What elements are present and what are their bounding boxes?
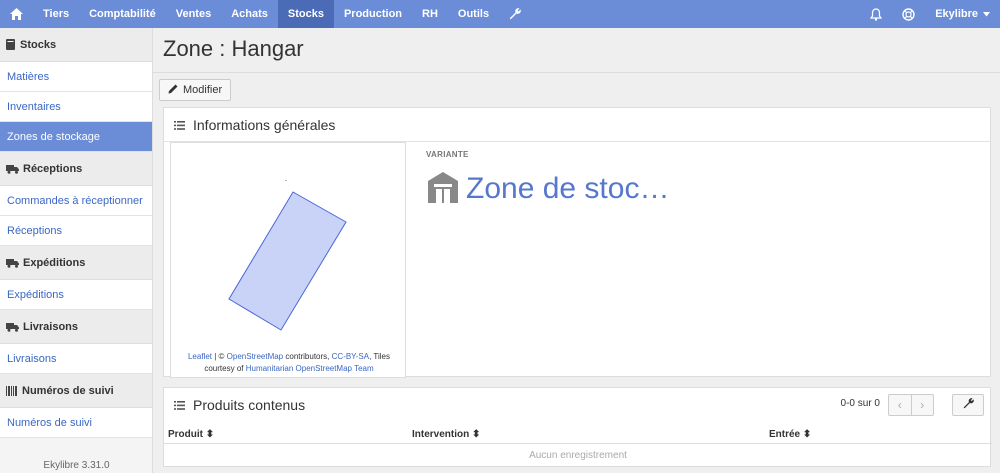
info-panel-title: Informations générales — [193, 116, 336, 133]
nav-production[interactable]: Production — [334, 0, 412, 28]
lifebuoy-icon — [902, 7, 915, 21]
license-link[interactable]: CC-BY-SA — [332, 352, 370, 361]
user-menu[interactable]: Ekylibre — [925, 0, 1000, 28]
caret-down-icon — [983, 11, 990, 17]
sidebar-item-matieres[interactable]: Matières — [0, 62, 152, 92]
truck-icon — [6, 164, 19, 174]
nav-stocks[interactable]: Stocks — [277, 0, 334, 28]
nav-outils[interactable]: Outils — [448, 0, 499, 28]
app-version: Ekylibre 3.31.0 — [43, 460, 110, 471]
variant-value[interactable]: Zone de stoc… — [426, 170, 669, 207]
empty-table-message: Aucun enregistrement — [529, 450, 627, 461]
nav-rh[interactable]: RH — [412, 0, 448, 28]
table-header: Produit ⬍ Intervention ⬍ Entrée ⬍ — [164, 426, 992, 444]
bell-icon — [870, 7, 883, 21]
truck-icon — [6, 322, 19, 332]
home-button[interactable] — [0, 0, 33, 28]
divider — [153, 72, 1000, 73]
nav-comptabilite[interactable]: Comptabilité — [79, 0, 166, 28]
sidebar-section-numeros-de-suivi: Numéros de suivi — [0, 374, 152, 408]
leaflet-link[interactable]: Leaflet — [188, 352, 212, 361]
barcode-icon — [6, 385, 18, 396]
book-icon — [6, 39, 16, 50]
sidebar-section-expeditions: Expéditions — [0, 246, 152, 280]
map[interactable]: Leaflet | © OpenStreetMap contributors, … — [170, 142, 406, 378]
pagination: ‹ › — [888, 394, 934, 416]
variant-name: Zone de stoc… — [466, 171, 670, 205]
sidebar-item-expeditions[interactable]: Expéditions — [0, 280, 152, 310]
sidebar-item-commandes-a-receptionner[interactable]: Commandes à réceptionner — [0, 186, 152, 216]
barn-icon — [426, 170, 460, 207]
sidebar-item-livraisons[interactable]: Livraisons — [0, 344, 152, 374]
hot-link[interactable]: Humanitarian OpenStreetMap Team — [246, 364, 374, 373]
list-icon — [174, 397, 193, 413]
info-panel: Informations générales Leaflet | © OpenS… — [163, 107, 991, 378]
wrench-icon — [963, 398, 974, 412]
column-produit[interactable]: Produit ⬍ — [168, 429, 214, 440]
settings-button[interactable] — [499, 0, 531, 28]
sidebar-item-zones-de-stockage[interactable]: Zones de stockage — [0, 122, 152, 152]
help-button[interactable] — [892, 0, 925, 28]
wrench-icon — [509, 8, 521, 20]
sort-icon: ⬍ — [205, 429, 215, 440]
table-settings-button[interactable] — [952, 394, 984, 416]
map-attribution: Leaflet | © OpenStreetMap contributors, … — [187, 352, 391, 373]
top-nav: Tiers Comptabilité Ventes Achats Stocks … — [0, 0, 1000, 28]
pagination-text: 0-0 sur 0 — [840, 398, 880, 409]
sort-icon: ⬍ — [802, 429, 812, 440]
list-icon — [174, 117, 193, 133]
sidebar-section-livraisons: Livraisons — [0, 310, 152, 344]
column-intervention[interactable]: Intervention ⬍ — [412, 429, 480, 440]
products-panel: Produits contenus 0-0 sur 0 ‹ › Produit … — [163, 387, 992, 467]
user-name: Ekylibre — [935, 8, 978, 20]
main-content: Zone : Hangar Modifier Informations géné… — [153, 28, 1000, 473]
products-panel-title: Produits contenus — [193, 397, 306, 413]
page-title: Zone : Hangar — [163, 36, 304, 61]
sidebar-item-numeros-de-suivi[interactable]: Numéros de suivi — [0, 408, 152, 438]
sidebar-item-inventaires[interactable]: Inventaires — [0, 92, 152, 122]
nav-tiers[interactable]: Tiers — [33, 0, 79, 28]
sort-icon: ⬍ — [472, 429, 481, 440]
edit-button[interactable]: Modifier — [159, 79, 232, 101]
nav-ventes[interactable]: Ventes — [166, 0, 221, 28]
info-panel-header[interactable]: Informations générales — [164, 108, 990, 142]
sidebar-section-receptions: Réceptions — [0, 152, 152, 186]
chevron-right-icon[interactable]: › — [910, 395, 934, 415]
home-icon — [10, 8, 23, 20]
column-entree[interactable]: Entrée ⬍ — [769, 429, 811, 440]
sidebar-section-stocks: Stocks — [0, 28, 152, 62]
pencil-icon — [168, 84, 183, 97]
notifications-button[interactable] — [860, 0, 892, 28]
sidebar: Stocks Matières Inventaires Zones de sto… — [0, 28, 153, 473]
variant-label: VARIANTE — [426, 150, 469, 159]
chevron-left-icon[interactable]: ‹ — [889, 395, 911, 415]
nav-achats[interactable]: Achats — [221, 0, 278, 28]
sidebar-item-receptions[interactable]: Réceptions — [0, 216, 152, 246]
truck-icon — [6, 258, 19, 268]
osm-link[interactable]: OpenStreetMap — [227, 352, 283, 361]
zone-shape[interactable] — [171, 143, 407, 343]
